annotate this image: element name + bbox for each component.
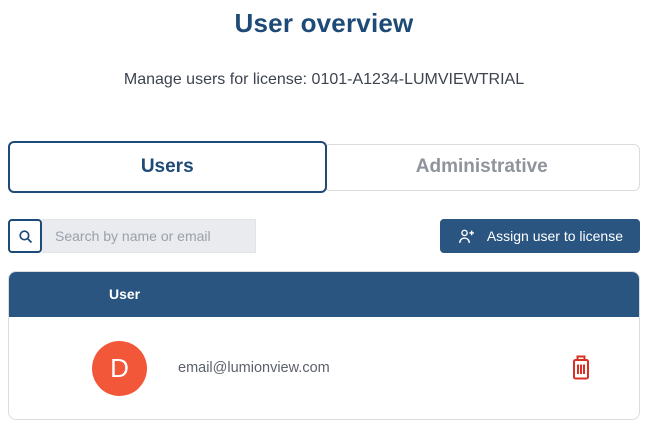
tab-administrative-label: Administrative <box>416 156 548 178</box>
magnifier-icon <box>17 228 34 245</box>
toolbar: Assign user to license <box>8 219 640 253</box>
page-title: User overview <box>0 8 648 38</box>
user-email: email@lumionview.com <box>178 360 330 376</box>
user-overview-page: User overview Manage users for license: … <box>0 8 648 429</box>
assign-user-button[interactable]: Assign user to license <box>440 219 640 253</box>
assign-user-button-label: Assign user to license <box>487 228 623 244</box>
table-header-user: User <box>109 286 140 302</box>
search-input[interactable] <box>42 219 256 253</box>
table-row: D email@lumionview.com <box>9 317 639 419</box>
avatar: D <box>92 341 147 396</box>
tab-users[interactable]: Users <box>8 141 327 193</box>
license-subtitle: Manage users for license: 0101-A1234-LUM… <box>0 70 648 90</box>
table-header-row: User <box>8 271 640 317</box>
tab-administrative[interactable]: Administrative <box>324 144 641 191</box>
trash-icon <box>571 355 591 381</box>
tab-bar: Users Administrative <box>8 141 640 193</box>
person-plus-icon <box>457 227 476 246</box>
avatar-initial: D <box>110 353 129 384</box>
search-button[interactable] <box>8 219 42 253</box>
users-table: User D email@lumionview.com <box>8 271 640 420</box>
tab-users-label: Users <box>141 156 194 178</box>
delete-user-button[interactable] <box>571 355 591 381</box>
